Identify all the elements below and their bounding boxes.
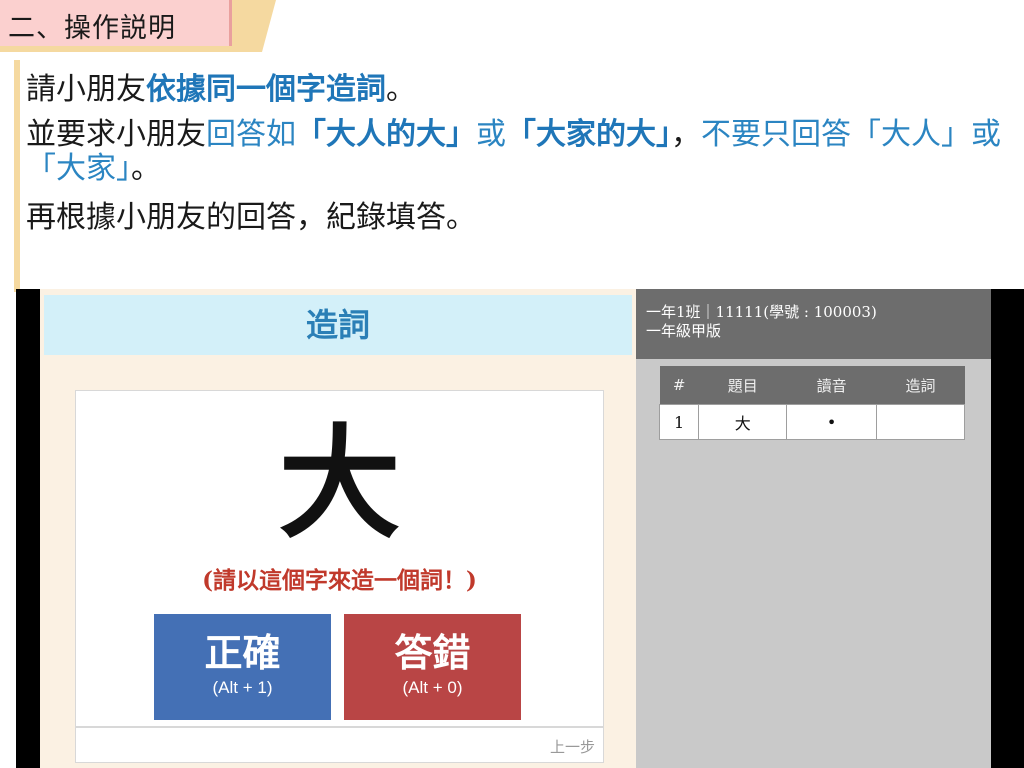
instruction-accent-bar — [14, 60, 20, 292]
wrong-button[interactable]: 答錯 (Alt + 0) — [344, 614, 521, 720]
student-info: 一年1班｜11111(學號 : 100003) 一年級甲版 — [636, 289, 991, 359]
instruction-text: ， — [671, 117, 701, 152]
quiz-character: 大 — [278, 411, 401, 555]
instruction-text: 請小朋友 — [26, 72, 146, 107]
instruction-line-1: 請小朋友依據同一個字造詞。 — [26, 72, 1011, 108]
instruction-highlight: 回答如 — [206, 117, 296, 152]
quiz-prompt: (請以這個字來造一個詞！) — [202, 567, 477, 594]
correct-button-label: 正確 — [204, 631, 281, 675]
table-header-row: # 題目 讀音 造詞 — [659, 366, 965, 405]
correct-button-shortcut: (Alt + 1) — [212, 678, 273, 697]
row-number: 1 — [658, 404, 700, 440]
correct-button[interactable]: 正確 (Alt + 1) — [154, 614, 331, 720]
app-screenshot: 造詞 大 (請以這個字來造一個詞！) 正確 (Alt + 1) 答錯 (Alt … — [16, 289, 1024, 768]
row-reading: • — [786, 404, 878, 440]
table-header: 題目 — [698, 366, 787, 405]
character-card: 大 (請以這個字來造一個詞！) — [75, 390, 604, 607]
instruction-highlight: 「大人的大」 — [296, 117, 476, 152]
instruction-line-2: 並要求小朋友回答如「大人的大」或「大家的大」，不要只回答「大人」或「大家」。 — [26, 118, 1011, 186]
table-header: 造詞 — [876, 366, 965, 405]
previous-step-link[interactable]: 上一步 — [550, 736, 595, 757]
record-panel: 一年1班｜11111(學號 : 100003) 一年級甲版 # 題目 讀音 造詞… — [636, 289, 991, 768]
wrong-button-shortcut: (Alt + 0) — [402, 678, 463, 697]
quiz-title: 造詞 — [44, 295, 632, 355]
answer-table: # 題目 讀音 造詞 1 大 • — [658, 366, 965, 440]
instructions: 請小朋友依據同一個字造詞。 並要求小朋友回答如「大人的大」或「大家的大」，不要只… — [26, 72, 1011, 236]
instruction-highlight: 或 — [476, 117, 506, 152]
row-question: 大 — [698, 404, 788, 440]
edition-line: 一年級甲版 — [646, 322, 722, 340]
instruction-highlight: 「大家的大」 — [506, 117, 671, 152]
class-student-line: 一年1班｜11111(學號 : 100003) — [646, 303, 877, 321]
table-header: # — [659, 366, 699, 405]
table-row[interactable]: 1 大 • — [658, 404, 965, 440]
section-heading: 二、操作説明 — [0, 0, 232, 46]
prev-row: 上一步 — [75, 727, 604, 763]
wrong-button-label: 答錯 — [394, 631, 471, 675]
instruction-text: 。 — [131, 151, 161, 186]
table-header: 讀音 — [786, 366, 877, 405]
row-word — [876, 404, 965, 440]
instruction-text: 並要求小朋友 — [26, 117, 206, 152]
quiz-panel: 造詞 大 (請以這個字來造一個詞！) 正確 (Alt + 1) 答錯 (Alt … — [40, 289, 636, 768]
instruction-text: 。 — [386, 72, 416, 107]
instruction-line-3: 再根據小朋友的回答，紀錄填答。 — [26, 200, 476, 235]
instruction-highlight: 依據同一個字造詞 — [146, 72, 386, 107]
answer-button-row: 正確 (Alt + 1) 答錯 (Alt + 0) — [75, 606, 604, 727]
